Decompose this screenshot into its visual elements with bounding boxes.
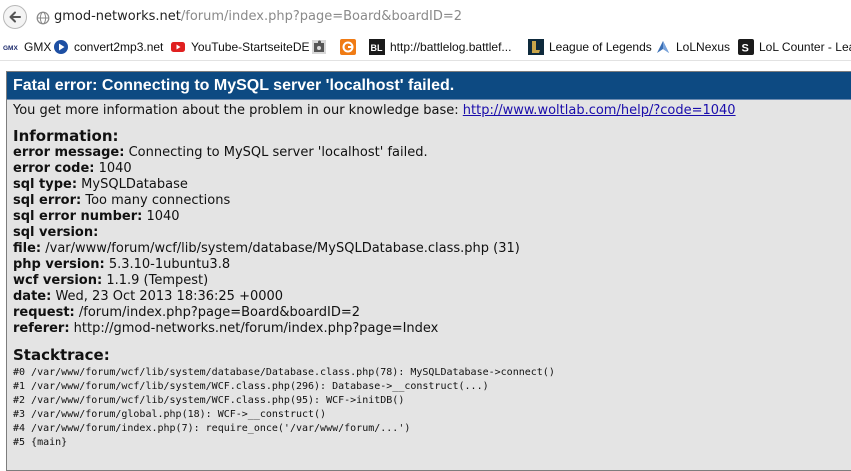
lolnexus-icon	[655, 39, 671, 55]
error-box: Fatal error: Connecting to MySQL server …	[6, 71, 851, 471]
bookmarks-bar: GMX GMX convert2mp3.net YouTube-Startsei…	[0, 34, 851, 61]
url-host: gmod-networks.net	[54, 9, 181, 24]
bookmark-label: League of Legends	[549, 40, 652, 54]
bookmark-label: LoL Counter - Lea	[759, 40, 851, 54]
info-row-file: file: /var/www/forum/wcf/lib/system/data…	[13, 241, 851, 257]
info-row-sql-error-number: sql error number: 1040	[13, 209, 851, 225]
play-circle-icon	[53, 39, 69, 55]
info-label: referer:	[13, 321, 70, 336]
stacktrace-line: #3 /var/www/forum/global.php(18): WCF->_…	[13, 409, 327, 420]
info-value: 5.3.10-1ubuntu3.8	[104, 257, 231, 272]
page-content: Fatal error: Connecting to MySQL server …	[0, 61, 851, 471]
info-label: php version:	[13, 257, 105, 272]
info-value: /var/www/forum/wcf/lib/system/database/M…	[41, 241, 520, 256]
bookmark-lolnexus[interactable]: LoLNexus	[655, 39, 730, 55]
info-value: /forum/index.php?page=Board&boardID=2	[74, 305, 361, 320]
bookmark-label: LoLNexus	[676, 40, 731, 54]
stacktrace-line: #0 /var/www/forum/wcf/lib/system/databas…	[13, 367, 555, 378]
info-label: sql type:	[13, 177, 78, 192]
bookmark-puzzle[interactable]	[311, 39, 332, 55]
info-row-wcf-version: wcf version: 1.1.9 (Tempest)	[13, 273, 851, 289]
svg-text:S: S	[742, 43, 749, 55]
svg-text:GMX: GMX	[3, 45, 18, 52]
error-intro: You get more information about the probl…	[13, 103, 851, 119]
info-row-request: request: /forum/index.php?page=Board&boa…	[13, 305, 851, 321]
info-value: 1.1.9 (Tempest)	[102, 273, 209, 288]
back-button[interactable]	[3, 5, 27, 29]
info-value: Connecting to MySQL server 'localhost' f…	[124, 145, 428, 160]
info-row-error-message: error message: Connecting to MySQL serve…	[13, 145, 851, 161]
info-label: error message:	[13, 145, 125, 160]
url-field[interactable]: gmod-networks.net/forum/index.php?page=B…	[54, 9, 462, 24]
info-value: 1040	[142, 209, 180, 224]
bookmark-label: YouTube-StartseiteDE	[191, 40, 310, 54]
bookmark-label: convert2mp3.net	[74, 40, 164, 54]
info-row-sql-type: sql type: MySQLDatabase	[13, 177, 851, 193]
info-label: sql error:	[13, 193, 82, 208]
info-row-sql-version: sql version:	[13, 225, 851, 241]
bookmark-battlelog[interactable]: BL http://battlelog.battlef...	[369, 39, 511, 55]
info-label: request:	[13, 305, 75, 320]
info-value: http://gmod-networks.net/forum/index.php…	[69, 321, 439, 336]
puzzle-icon	[311, 39, 327, 55]
info-row-error-code: error code: 1040	[13, 161, 851, 177]
stacktrace-heading: Stacktrace:	[13, 346, 110, 364]
stacktrace-line: #1 /var/www/forum/wcf/lib/system/WCF.cla…	[13, 381, 489, 392]
bookmark-youtube[interactable]: YouTube-StartseiteDE	[170, 39, 310, 55]
info-row-sql-error: sql error: Too many connections	[13, 193, 851, 209]
info-value: Wed, 23 Oct 2013 18:36:25 +0000	[51, 289, 284, 304]
info-label: sql error number:	[13, 209, 143, 224]
intro-text: You get more information about the probl…	[13, 103, 463, 118]
bookmark-league-of-legends[interactable]: League of Legends	[528, 39, 652, 55]
stacktrace-line: #2 /var/www/forum/wcf/lib/system/WCF.cla…	[13, 395, 405, 406]
information-heading: Information:	[13, 127, 119, 145]
error-body: You get more information about the probl…	[7, 100, 851, 450]
bookmark-lolcounter[interactable]: S LoL Counter - Lea	[738, 39, 851, 55]
info-row-php-version: php version: 5.3.10-1ubuntu3.8	[13, 257, 851, 273]
league-of-legends-icon	[528, 39, 544, 55]
info-value: MySQLDatabase	[77, 177, 188, 192]
stacktrace: #0 /var/www/forum/wcf/lib/system/databas…	[13, 366, 851, 450]
knowledge-base-link[interactable]: http://www.woltlab.com/help/?code=1040	[463, 103, 736, 118]
info-value: Too many connections	[81, 193, 231, 208]
info-label: wcf version:	[13, 273, 103, 288]
info-row-referer: referer: http://gmod-networks.net/forum/…	[13, 321, 851, 337]
gmx-logo-icon: GMX	[3, 39, 19, 55]
battlelog-icon: BL	[369, 39, 385, 55]
bookmark-label: GMX	[24, 40, 52, 54]
info-row-date: date: Wed, 23 Oct 2013 18:36:25 +0000	[13, 289, 851, 305]
error-title: Fatal error: Connecting to MySQL server …	[7, 72, 851, 100]
orange-circle-icon	[340, 39, 356, 55]
globe-icon	[36, 10, 50, 25]
url-path: /forum/index.php?page=Board&boardID=2	[180, 9, 462, 24]
svg-text:BL: BL	[371, 43, 383, 53]
bookmark-gmx[interactable]: GMX GMX	[3, 39, 51, 55]
bookmark-convert2mp3[interactable]: convert2mp3.net	[53, 39, 163, 55]
info-value: 1040	[94, 161, 132, 176]
stacktrace-line: #5 {main}	[13, 437, 68, 448]
info-label: error code:	[13, 161, 95, 176]
info-label: sql version:	[13, 225, 99, 240]
address-bar: gmod-networks.net/forum/index.php?page=B…	[0, 0, 851, 34]
bookmark-label: http://battlelog.battlef...	[390, 40, 512, 54]
stacktrace-line: #4 /var/www/forum/index.php(7): require_…	[13, 423, 411, 434]
lolcounter-icon: S	[738, 39, 754, 55]
youtube-icon	[170, 39, 186, 55]
info-label: file:	[13, 241, 42, 256]
info-label: date:	[13, 289, 52, 304]
bookmark-orange[interactable]	[340, 39, 361, 55]
